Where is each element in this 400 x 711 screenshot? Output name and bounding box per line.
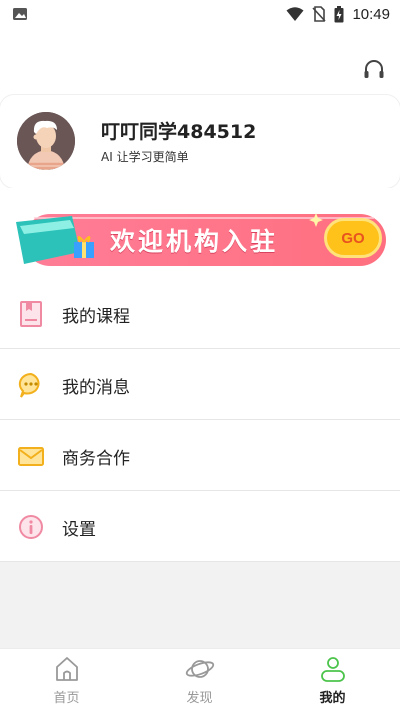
- image-icon: [13, 8, 27, 20]
- nav-label: 我的: [319, 691, 346, 706]
- menu-item-label: 我的消息: [62, 378, 130, 398]
- nav-label: 首页: [53, 691, 80, 706]
- menu-list: 我的课程 我的消息 商务合作 设置: [0, 278, 400, 562]
- info-settings-icon: [19, 515, 43, 539]
- status-bar: 10:49: [0, 0, 400, 28]
- nav-item-discover[interactable]: 发现: [133, 649, 266, 711]
- nav-label: 发现: [186, 691, 213, 706]
- battery-charging-icon: [334, 5, 344, 22]
- banner-text: 欢迎机构入驻: [110, 227, 279, 256]
- menu-item-label: 我的课程: [62, 307, 130, 327]
- headset-icon[interactable]: [362, 58, 386, 82]
- book-icon: [20, 301, 42, 327]
- menu-item-courses[interactable]: 我的课程: [0, 278, 400, 349]
- profile-icon: [321, 657, 345, 682]
- wifi-icon: [286, 7, 304, 21]
- bottom-nav: 首页 发现 我的: [0, 648, 400, 711]
- menu-item-settings[interactable]: 设置: [0, 491, 400, 562]
- mail-icon: [18, 447, 44, 466]
- nav-item-mine[interactable]: 我的: [266, 649, 399, 711]
- slogan: AI 让学习更简单: [101, 150, 189, 164]
- status-left: [12, 6, 28, 22]
- message-icon: [18, 372, 40, 398]
- username: 叮叮同学484512: [101, 121, 257, 143]
- home-icon: [56, 657, 78, 681]
- status-right: 10:49: [286, 5, 390, 23]
- menu-item-business[interactable]: 商务合作: [0, 420, 400, 491]
- nav-item-home[interactable]: 首页: [0, 649, 133, 711]
- menu-item-messages[interactable]: 我的消息: [0, 349, 400, 420]
- no-sim-icon: [312, 6, 327, 22]
- go-button[interactable]: GO: [324, 218, 382, 258]
- avatar[interactable]: [17, 112, 75, 170]
- menu-item-label: 商务合作: [62, 449, 130, 469]
- status-time: 10:49: [352, 5, 390, 23]
- planet-icon: [185, 660, 215, 678]
- menu-item-label: 设置: [62, 520, 96, 540]
- profile-card[interactable]: 叮叮同学484512 AI 让学习更简单: [0, 95, 400, 188]
